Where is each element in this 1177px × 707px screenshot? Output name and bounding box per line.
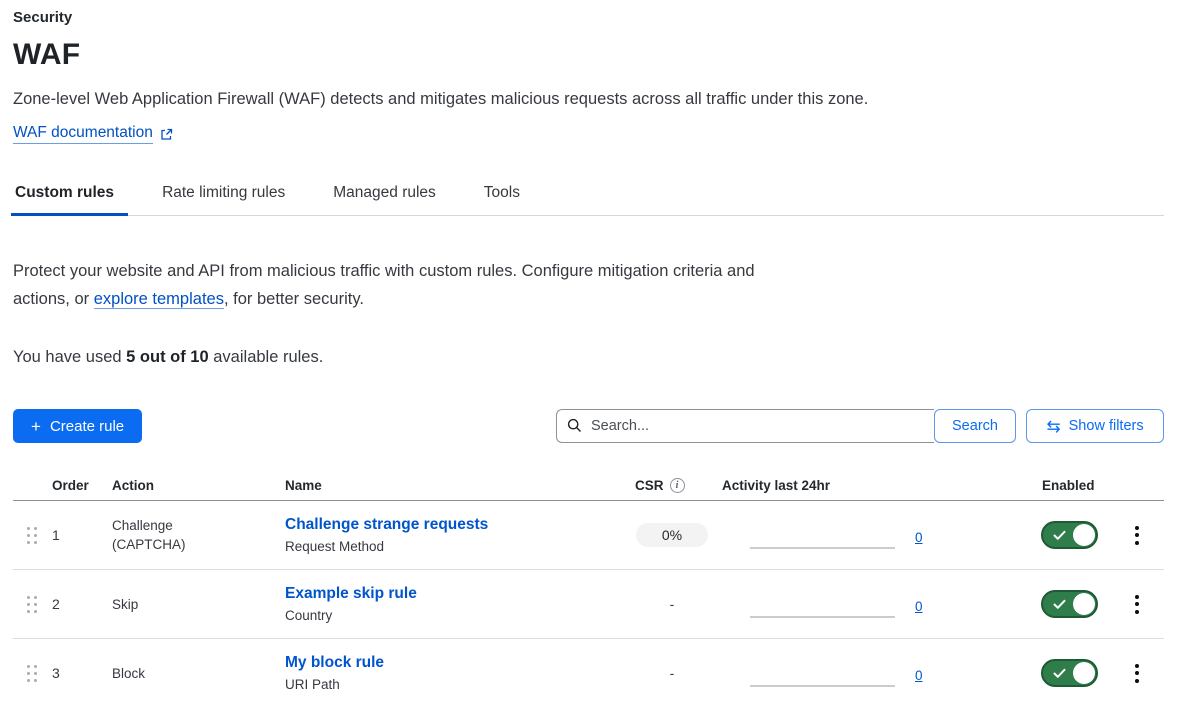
check-icon: [1043, 661, 1075, 685]
header-csr: CSR: [635, 478, 664, 493]
waf-page: Security WAF Zone-level Web Application …: [0, 0, 1177, 707]
table-row: 2 Skip Example skip rule Country - 0: [13, 570, 1164, 639]
toggle-knob: [1073, 662, 1095, 684]
tab-tools[interactable]: Tools: [482, 184, 522, 215]
custom-rules-table: Order Action Name CSR i Activity last 24…: [13, 469, 1164, 707]
rules-toolbar: + Create rule Search ⇆ Show filters: [13, 409, 1164, 443]
breadcrumb-security: Security: [13, 8, 1164, 28]
rules-usage-text: You have used 5 out of 10 available rule…: [13, 348, 1164, 367]
tab-custom-rules[interactable]: Custom rules: [13, 184, 116, 215]
enabled-toggle[interactable]: [1041, 659, 1098, 687]
tab-rate-limiting-rules[interactable]: Rate limiting rules: [160, 184, 287, 215]
activity-sparkline: [750, 521, 895, 549]
tab-managed-rules[interactable]: Managed rules: [331, 184, 438, 215]
drag-handle-icon[interactable]: [27, 665, 37, 682]
rule-action: Challenge (CAPTCHA): [112, 516, 227, 554]
table-row: 1 Challenge (CAPTCHA) Challenge strange …: [13, 501, 1164, 570]
rule-name-link[interactable]: My block rule: [285, 653, 622, 673]
drag-handle-icon[interactable]: [27, 596, 37, 613]
header-name: Name: [285, 478, 622, 493]
kebab-menu-icon[interactable]: [1129, 660, 1145, 687]
usage-text-before: You have used: [13, 348, 126, 366]
search-icon: [567, 418, 582, 438]
rule-name-link[interactable]: Challenge strange requests: [285, 515, 622, 535]
info-icon[interactable]: i: [670, 478, 685, 493]
page-title: WAF: [13, 36, 1164, 74]
page-description: Zone-level Web Application Firewall (WAF…: [13, 88, 1164, 110]
activity-sparkline: [750, 590, 895, 618]
rule-expression-field: Country: [285, 607, 622, 625]
usage-text-after: available rules.: [209, 348, 324, 366]
swap-arrows-icon: ⇆: [1046, 418, 1060, 435]
search-input[interactable]: [556, 409, 934, 443]
create-rule-label: Create rule: [50, 418, 124, 435]
kebab-menu-icon[interactable]: [1129, 591, 1145, 618]
waf-tabs: Custom rules Rate limiting rules Managed…: [13, 184, 1164, 216]
header-enabled: Enabled: [1030, 478, 1110, 493]
rule-order: 2: [52, 596, 112, 612]
enabled-toggle[interactable]: [1041, 521, 1098, 549]
header-order: Order: [52, 478, 112, 493]
rule-action: Skip: [112, 595, 227, 614]
activity-count-link[interactable]: 0: [915, 530, 923, 545]
activity-count-link[interactable]: 0: [915, 668, 923, 683]
activity-sparkline: [750, 659, 895, 687]
search-button[interactable]: Search: [934, 409, 1016, 443]
create-rule-button[interactable]: + Create rule: [13, 409, 142, 443]
rule-expression-field: URI Path: [285, 676, 622, 694]
check-icon: [1043, 523, 1075, 547]
activity-count-link[interactable]: 0: [915, 599, 923, 614]
show-filters-label: Show filters: [1069, 418, 1144, 434]
toggle-knob: [1073, 524, 1095, 546]
rule-action: Block: [112, 664, 227, 683]
header-action: Action: [112, 478, 285, 493]
header-activity: Activity last 24hr: [722, 478, 1030, 493]
usage-highlight: 5 out of 10: [126, 348, 209, 366]
enabled-toggle[interactable]: [1041, 590, 1098, 618]
rule-order: 1: [52, 527, 112, 543]
rule-name-link[interactable]: Example skip rule: [285, 584, 622, 604]
intro-text-after: , for better security.: [224, 290, 364, 308]
rule-order: 3: [52, 665, 112, 681]
table-row: 3 Block My block rule URI Path - 0: [13, 639, 1164, 707]
explore-templates-link[interactable]: explore templates: [94, 290, 224, 309]
drag-handle-icon[interactable]: [27, 527, 37, 544]
show-filters-button[interactable]: ⇆ Show filters: [1026, 409, 1164, 443]
kebab-menu-icon[interactable]: [1129, 522, 1145, 549]
external-link-icon: [160, 128, 173, 141]
waf-documentation-link[interactable]: WAF documentation: [13, 124, 153, 144]
plus-icon: +: [31, 418, 41, 435]
toggle-knob: [1073, 593, 1095, 615]
csr-value: -: [670, 665, 675, 681]
csr-value: -: [670, 596, 675, 612]
custom-rules-intro: Protect your website and API from malici…: [13, 258, 755, 313]
table-header-row: Order Action Name CSR i Activity last 24…: [13, 469, 1164, 501]
check-icon: [1043, 592, 1075, 616]
csr-badge: 0%: [636, 523, 708, 547]
rule-expression-field: Request Method: [285, 538, 622, 556]
